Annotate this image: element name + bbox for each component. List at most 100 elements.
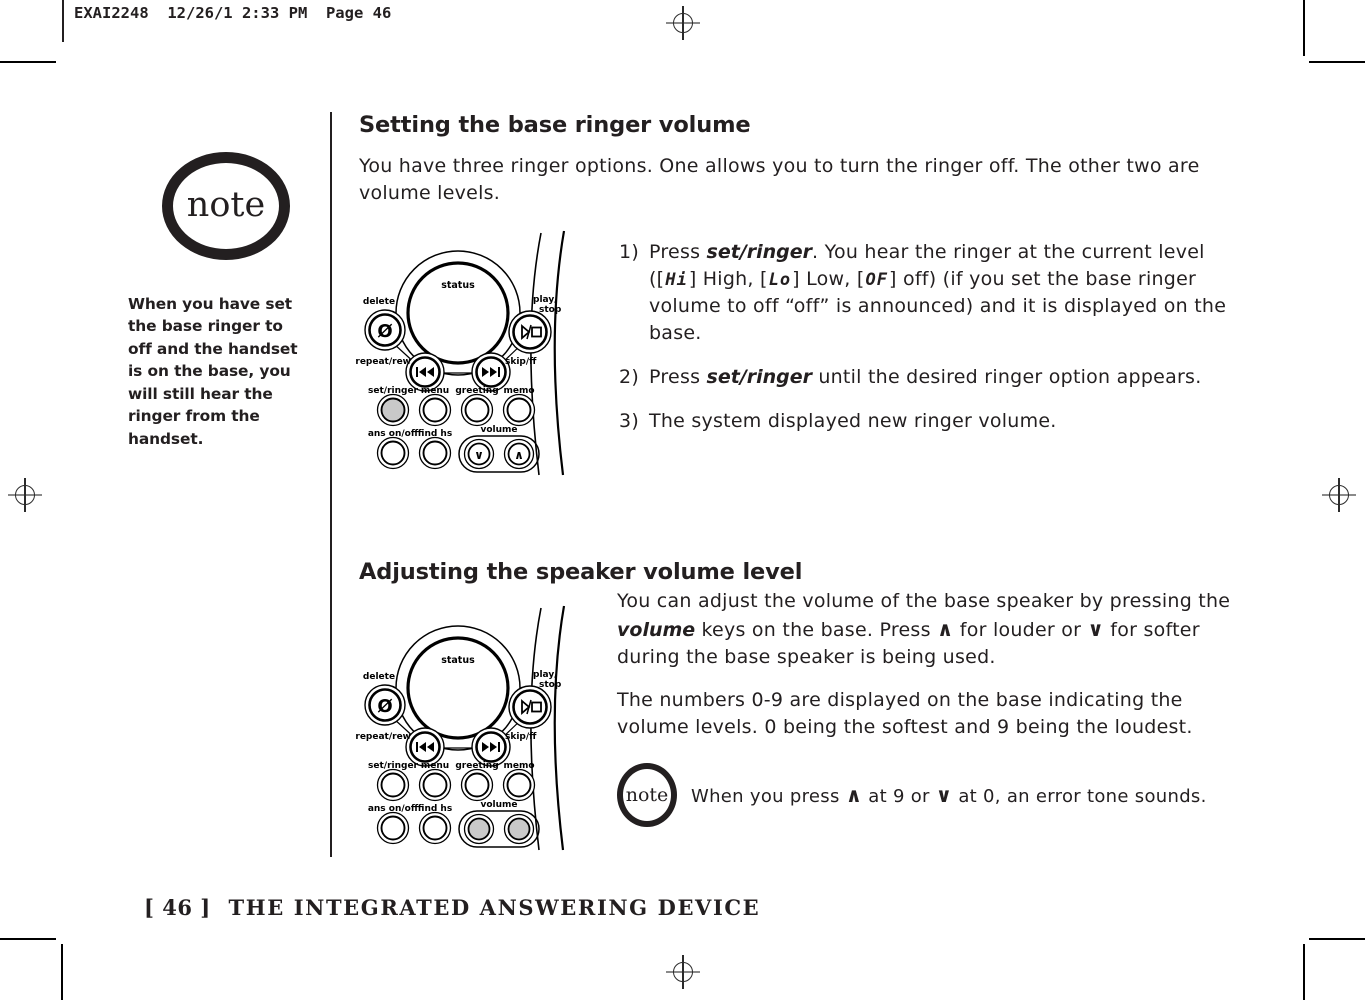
key-label-repeat-rew: repeat/rew bbox=[355, 732, 411, 742]
key-label-menu: menu bbox=[421, 761, 449, 771]
key-label-volume: volume bbox=[480, 425, 517, 435]
base-body-outline-outer bbox=[553, 230, 566, 476]
key-label-repeat-rew: repeat/rew bbox=[355, 357, 411, 367]
text-run: Press bbox=[649, 365, 707, 388]
step-number: 2) bbox=[619, 365, 640, 388]
status-ring-inner bbox=[406, 636, 510, 740]
print-header-text: EXAI2248 12/26/1 2:33 PM Page 46 bbox=[74, 4, 392, 22]
note-badge-icon: note bbox=[162, 152, 290, 260]
key-label-stop: stop bbox=[539, 305, 562, 315]
column-divider bbox=[330, 112, 332, 857]
key-label-greeting: greeting bbox=[455, 386, 498, 396]
side-note-text: When you have set the base ringer to off… bbox=[128, 295, 298, 448]
volume-arrow-glyph: ∨ bbox=[935, 782, 953, 807]
footer-page-number: [ 46 ] bbox=[144, 895, 211, 920]
crop-mark-bottom-left-h bbox=[0, 938, 56, 940]
step-number: 3) bbox=[619, 409, 640, 432]
registration-mark-left bbox=[8, 478, 42, 512]
ringer-steps: 1) Press set/ringer. You hear the ringer … bbox=[619, 239, 1244, 452]
step-text: The system displayed new ringer volume. bbox=[649, 410, 1057, 432]
side-note: note When you have set the base ringer t… bbox=[128, 152, 308, 450]
key-ans-on-off[interactable] bbox=[376, 811, 410, 845]
page-footer: [ 46 ] THE INTEGRATED ANSWERING DEVICE bbox=[144, 895, 760, 920]
emphasis-term: set/ringer bbox=[706, 240, 813, 263]
key-delete[interactable]: Ø bbox=[364, 684, 406, 726]
inline-note-text: When you press ∧ at 9 or ∨ at 0, an erro… bbox=[691, 783, 1207, 807]
key-label-menu: menu bbox=[421, 386, 449, 396]
status-label: status bbox=[441, 655, 475, 666]
key-label-delete: delete bbox=[363, 672, 395, 682]
key-label-play: play/ bbox=[533, 670, 558, 680]
key-volume-up[interactable] bbox=[503, 813, 535, 845]
key-set-ringer[interactable] bbox=[376, 393, 410, 427]
page-root: { "print_marks": { "header_text": "EXAI2… bbox=[0, 0, 1365, 1000]
volume-arrow-glyph: ∧ bbox=[937, 616, 954, 641]
key-label-stop: stop bbox=[539, 680, 562, 690]
emphasis-term: set/ringer bbox=[706, 365, 813, 388]
text-run: at 0, an error tone sounds. bbox=[952, 785, 1207, 807]
key-set-ringer[interactable] bbox=[376, 768, 410, 802]
text-run: ] High, [ bbox=[688, 267, 768, 290]
text-run: until the desired ringer option appears. bbox=[812, 365, 1202, 388]
phone-base-diagram-ringer: status Ø delete play/ stop repeat/rew sk… bbox=[355, 225, 585, 484]
key-volume-up[interactable]: ∧ bbox=[503, 438, 535, 470]
volume-arrow-glyph: ∨ bbox=[1087, 616, 1104, 641]
key-ans-on-off[interactable] bbox=[376, 436, 410, 470]
text-run: for louder or bbox=[953, 618, 1088, 641]
delete-icon: Ø bbox=[377, 321, 392, 342]
key-label-delete: delete bbox=[363, 297, 395, 307]
key-label-ans-on-off: ans on/off bbox=[368, 429, 419, 439]
crop-mark-top-right-v bbox=[1303, 0, 1305, 56]
text-run: The numbers 0-9 are displayed on the bas… bbox=[617, 688, 1193, 738]
lcd-display-glyph: Lo bbox=[768, 269, 792, 290]
crop-mark-bottom-right-v bbox=[1303, 944, 1305, 1000]
section-intro-ringer: You have three ringer options. One allow… bbox=[359, 155, 1200, 204]
key-label-find-hs: find hs bbox=[418, 429, 452, 439]
key-volume-down[interactable]: ∨ bbox=[463, 438, 495, 470]
key-menu[interactable] bbox=[418, 393, 452, 427]
main-content: Setting the base ringer volume You have … bbox=[355, 112, 1249, 860]
key-menu[interactable] bbox=[418, 768, 452, 802]
step-text: Press set/ringer. You hear the ringer at… bbox=[649, 241, 1226, 344]
body-paragraph: You can adjust the volume of the base sp… bbox=[617, 588, 1247, 671]
key-label-skip-ff: skip/ff bbox=[505, 357, 537, 367]
phone-base-illustration: status Ø delete play/ stop repeat/rew sk… bbox=[355, 605, 566, 851]
crop-mark-top-left-h bbox=[0, 61, 56, 63]
key-memo[interactable] bbox=[502, 393, 536, 427]
section-heading-speaker: Adjusting the speaker volume level bbox=[359, 558, 803, 585]
volume-up-icon: ∧ bbox=[514, 448, 524, 462]
key-delete[interactable]: Ø bbox=[364, 309, 406, 351]
lcd-display-glyph: Hi bbox=[665, 269, 688, 290]
instruction-step: 2) Press set/ringer until the desired rin… bbox=[619, 364, 1244, 391]
delete-icon: Ø bbox=[377, 696, 392, 717]
crop-mark-bottom-left-v bbox=[61, 944, 63, 1000]
footer-title: THE INTEGRATED ANSWERING DEVICE bbox=[228, 895, 761, 920]
text-run: When you press bbox=[691, 785, 846, 807]
phone-base-illustration: status Ø delete play/ stop repeat/rew sk… bbox=[355, 230, 566, 476]
note-badge-icon-small: note bbox=[617, 762, 677, 827]
key-play-stop[interactable] bbox=[508, 685, 552, 729]
key-play-stop[interactable] bbox=[508, 310, 552, 354]
key-find-hs[interactable] bbox=[418, 436, 452, 470]
crop-mark-top-right-h bbox=[1309, 61, 1365, 63]
key-label-memo: memo bbox=[503, 386, 534, 396]
base-body-outline-inner bbox=[530, 607, 542, 851]
key-find-hs[interactable] bbox=[418, 811, 452, 845]
inline-note: note When you press ∧ at 9 or ∨ at 0, an … bbox=[617, 762, 1247, 827]
key-label-set-ringer: set/ringer bbox=[368, 761, 419, 771]
key-volume-down[interactable] bbox=[463, 813, 495, 845]
instruction-step: 3) The system displayed new ringer volume… bbox=[619, 408, 1244, 435]
registration-mark-top bbox=[666, 6, 700, 40]
key-label-play: play/ bbox=[533, 295, 558, 305]
volume-arrow-glyph: ∧ bbox=[845, 782, 863, 807]
key-greeting[interactable] bbox=[460, 768, 494, 802]
status-label: status bbox=[441, 280, 475, 291]
key-label-ans-on-off: ans on/off bbox=[368, 804, 419, 814]
instruction-step: 1) Press set/ringer. You hear the ringer … bbox=[619, 239, 1244, 347]
key-memo[interactable] bbox=[502, 768, 536, 802]
section-heading-ringer: Setting the base ringer volume bbox=[359, 112, 751, 138]
base-body-outline-inner bbox=[530, 232, 542, 476]
text-run: You can adjust the volume of the base sp… bbox=[617, 589, 1231, 612]
key-label-volume: volume bbox=[480, 800, 517, 810]
key-greeting[interactable] bbox=[460, 393, 494, 427]
